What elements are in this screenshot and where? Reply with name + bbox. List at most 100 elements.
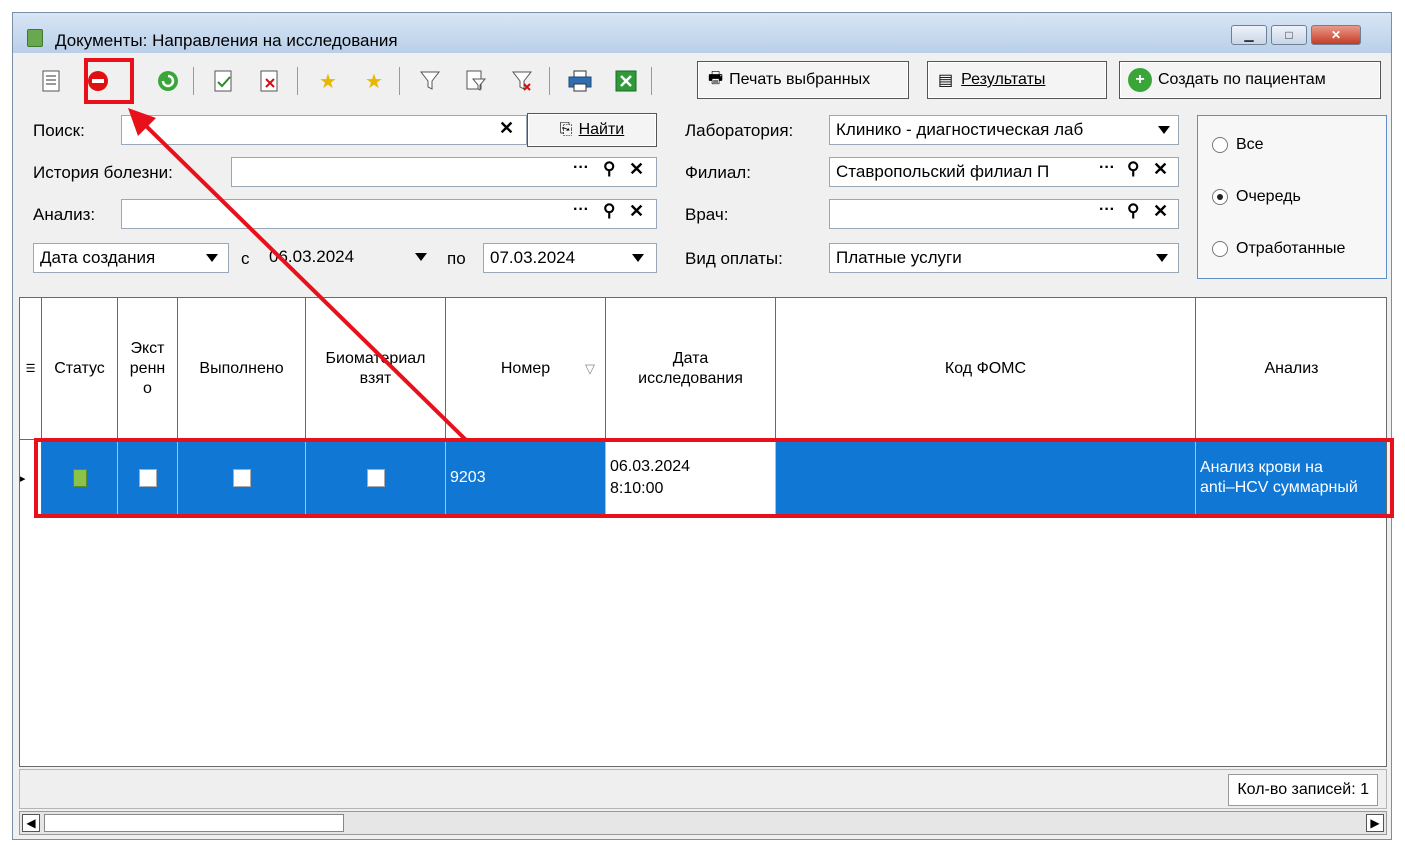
clear-search-icon[interactable]: ✕ [499,118,514,139]
column-header-completed[interactable]: Выполнено [178,298,306,440]
column-header-research-date[interactable]: Дата исследования [606,298,776,440]
radio-queue-label: Очередь [1236,188,1301,205]
column-chooser-icon[interactable]: ☰ [20,298,42,440]
completed-checkbox[interactable] [178,442,306,514]
create-by-patients-label: Создать по пациентам [1158,71,1326,88]
radio-all[interactable]: Все [1212,136,1264,154]
urgent-header-line: ренн [129,359,166,377]
find-button[interactable]: ⎘ Найти [527,113,657,147]
close-button[interactable]: ✕ [1311,25,1361,45]
create-by-patients-button[interactable]: + Создать по пациентам [1119,61,1381,99]
print-selected-button[interactable]: 🖶 Печать выбранных [697,61,909,99]
maximize-button[interactable]: □ [1271,25,1307,45]
lab-label: Лаборатория: [685,121,794,140]
column-header-status[interactable]: Статус [42,298,118,440]
find-icon: ⎘ [559,121,573,138]
results-button[interactable]: ▤ Результаты [927,61,1107,99]
scroll-thumb[interactable] [44,814,344,832]
biomaterial-header-line: взят [359,369,392,387]
from-date-input[interactable]: 06.03.2024 [263,243,439,273]
star-add-icon[interactable]: ★ [313,65,343,97]
analysis-value: anti–HCV суммарный [1200,479,1358,496]
ellipsis-icon[interactable]: ··· [1099,159,1115,177]
filter-icon[interactable] [415,65,445,97]
chevron-down-icon [632,254,644,262]
biomaterial-checkbox[interactable] [306,442,446,514]
to-date-value: 07.03.2024 [490,248,576,267]
document-delete-icon[interactable] [255,65,285,97]
radio-done-label: Отработанные [1236,240,1346,257]
urgent-checkbox[interactable] [118,442,178,514]
results-label: Результаты [961,71,1046,88]
date-type-select[interactable]: Дата создания [33,243,229,273]
scroll-right-icon[interactable]: ▶ [1366,814,1384,832]
filter-edit-icon[interactable] [461,65,491,97]
number-header-label: Номер [500,359,551,377]
table-row[interactable]: 9203 06.03.2024 8:10:00 Анализ крови на … [42,442,1386,514]
filter-clear-icon[interactable] [507,65,537,97]
payment-value: Платные услуги [836,248,962,267]
radio-circle [1212,137,1228,153]
ellipsis-icon[interactable]: ··· [573,159,589,177]
search-input[interactable] [121,115,527,145]
search-icon[interactable]: ⚲ [603,159,615,179]
radio-done[interactable]: Отработанные [1212,240,1345,258]
sort-desc-icon: ▽ [585,360,595,376]
chevron-down-icon [206,254,218,262]
window-title: Документы: Направления на исследования [55,31,398,50]
status-bar: Кол-во записей: 1 [19,769,1387,809]
search-icon[interactable]: ⚲ [1127,201,1139,221]
analysis-cell: Анализ крови на anti–HCV суммарный [1196,442,1386,514]
title-bar: Документы: Направления на исследования ▁… [13,13,1391,53]
lab-select[interactable]: Клинико - диагностическая лаб [829,115,1179,145]
clear-branch-icon[interactable]: ✕ [1153,159,1168,180]
stop-icon[interactable] [83,65,113,97]
analysis-value: Анализ крови на [1200,459,1323,476]
from-label: с [241,249,250,268]
print-icon[interactable] [565,65,595,97]
to-date-input[interactable]: 07.03.2024 [483,243,657,273]
payment-select[interactable]: Платные услуги [829,243,1179,273]
foms-code-cell [776,442,1196,514]
column-header-foms-code[interactable]: Код ФОМС [776,298,1196,440]
printer-icon: 🖶 [708,69,724,87]
clear-doctor-icon[interactable]: ✕ [1153,201,1168,222]
excel-export-icon[interactable] [611,65,641,97]
toolbar: ★ ★ 🖶 Печать выбранных ▤ Результаты + Со… [23,59,1383,103]
plus-circle-icon: + [1128,68,1152,92]
main-window: Документы: Направления на исследования ▁… [12,12,1392,840]
doctor-label: Врач: [685,205,729,224]
clear-history-icon[interactable]: ✕ [629,159,644,180]
lab-value: Клинико - диагностическая лаб [836,120,1084,139]
minimize-button[interactable]: ▁ [1231,25,1267,45]
branch-label: Филиал: [685,163,751,182]
search-icon[interactable]: ⚲ [603,201,615,221]
column-header-biomaterial[interactable]: Биоматериал взят [306,298,446,440]
ellipsis-icon[interactable]: ··· [1099,201,1115,219]
search-icon[interactable]: ⚲ [1127,159,1139,179]
chevron-down-icon [1156,254,1168,262]
research-date-cell[interactable]: 06.03.2024 8:10:00 [606,442,776,514]
clear-analysis-icon[interactable]: ✕ [629,201,644,222]
document-check-icon[interactable] [209,65,239,97]
chevron-down-icon [415,253,427,261]
branch-value: Ставропольский филиал П [836,162,1050,181]
horizontal-scrollbar[interactable]: ◀ ▶ [19,811,1387,835]
refresh-icon[interactable] [153,65,183,97]
search-label: Поиск: [33,121,85,140]
column-header-analysis[interactable]: Анализ [1196,298,1386,440]
research-time-value: 8:10:00 [610,480,664,497]
radio-all-label: Все [1236,136,1264,153]
urgent-header-line: Экст [130,339,165,357]
document-list-icon[interactable] [37,65,67,97]
history-input[interactable] [231,157,657,187]
column-header-number[interactable]: Номер ▽ [446,298,606,440]
status-cell [42,442,118,514]
radio-queue[interactable]: Очередь [1212,188,1301,206]
ellipsis-icon[interactable]: ··· [573,201,589,219]
scroll-left-icon[interactable]: ◀ [22,814,40,832]
column-header-urgent[interactable]: Экст ренн о [118,298,178,440]
radio-circle [1212,241,1228,257]
history-label: История болезни: [33,163,173,182]
star-icon[interactable]: ★ [359,65,389,97]
